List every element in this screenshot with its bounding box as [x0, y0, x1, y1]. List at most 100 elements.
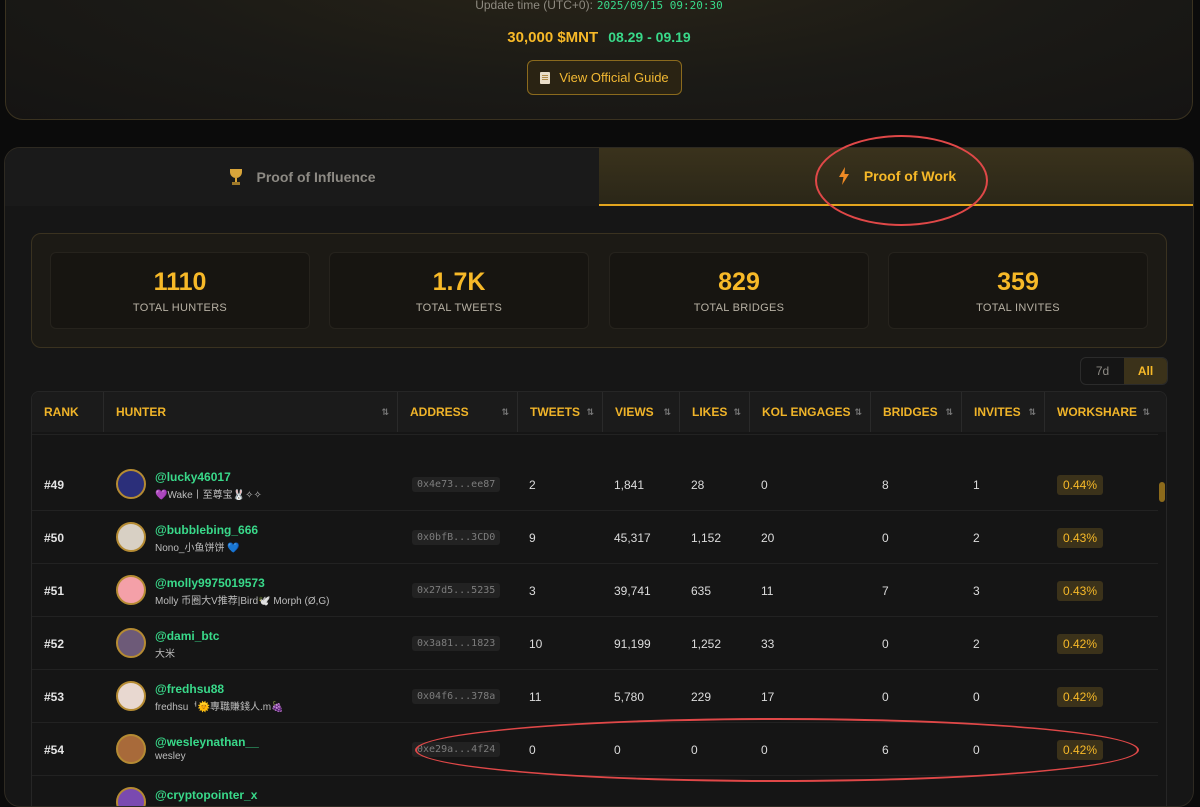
views-cell: 1,841 — [614, 477, 645, 492]
table-scrollbar[interactable] — [1159, 482, 1165, 502]
hunter-display-name: fredhsuᅥ🌞專職賺錢人.m🍇 — [155, 702, 284, 713]
avatar[interactable] — [116, 681, 146, 711]
column-header-label: HUNTER — [116, 405, 166, 419]
stat-value: 829 — [718, 268, 760, 296]
hunter-handle-link[interactable]: @bubblebing_666 — [155, 523, 258, 537]
hunter-handle-link[interactable]: @molly9975019573 — [155, 576, 265, 590]
rank-cell: #53 — [44, 689, 65, 704]
stat-total-tweets: 1.7K TOTAL TWEETS — [329, 252, 589, 329]
column-header-invites[interactable]: INVITES ⇅ — [961, 392, 1044, 432]
views-cell: 5,780 — [614, 689, 645, 704]
stat-value: 1110 — [153, 268, 207, 296]
likes-cell: 229 — [691, 689, 712, 704]
period-option-7d[interactable]: 7d — [1081, 358, 1124, 384]
address-chip[interactable]: 0x04f6...378a — [412, 689, 501, 704]
sort-icon[interactable]: ⇅ — [381, 392, 389, 432]
leaderboard-table: RANK HUNTER ⇅ ADDRESS ⇅ TWEETS ⇅ VIEWS ⇅ LIKES ⇅ KO… — [31, 391, 1167, 806]
sort-icon[interactable]: ⇅ — [1028, 392, 1036, 432]
table-row[interactable]: #49 @lucky46017 💜Wake丨至尊宝🐰✧✧ 0x4e73...ee87 2… — [32, 458, 1158, 511]
column-header-label: ADDRESS — [410, 405, 469, 419]
column-header-views[interactable]: VIEWS ⇅ — [602, 392, 679, 432]
hunter-handle-link[interactable]: @fredhsu88 — [155, 682, 224, 696]
column-header-workshare[interactable]: WORKSHARE ⇅ — [1044, 392, 1158, 432]
tab-proof-of-influence[interactable]: Proof of Influence — [5, 148, 599, 206]
workshare-badge: 0.42% — [1057, 633, 1104, 654]
address-chip[interactable]: 0xe29a...4f24 — [412, 742, 501, 757]
tweets-cell: 3 — [529, 583, 536, 598]
column-header-label: KOL ENGAGES — [762, 405, 851, 419]
avatar[interactable] — [116, 628, 146, 658]
kol-cell: 11 — [761, 583, 774, 598]
kol-cell: 33 — [761, 636, 775, 651]
sort-icon[interactable]: ⇅ — [945, 392, 953, 432]
address-chip[interactable]: 0x0bfB...3CD0 — [412, 530, 501, 545]
stat-label: TOTAL INVITES — [976, 302, 1060, 314]
hunter-handle-link[interactable]: @wesleynathan__ — [155, 735, 259, 749]
column-header-tweets[interactable]: TWEETS ⇅ — [517, 392, 602, 432]
hunter-handle-link[interactable]: @dami_btc — [155, 629, 219, 643]
kol-cell: 20 — [761, 530, 775, 545]
period-option-all[interactable]: All — [1124, 358, 1167, 384]
column-header-likes[interactable]: LIKES ⇅ — [679, 392, 749, 432]
avatar[interactable] — [116, 469, 146, 499]
sort-icon[interactable]: ⇅ — [854, 392, 862, 432]
sort-icon[interactable]: ⇅ — [733, 392, 741, 432]
tab-proof-of-work[interactable]: Proof of Work — [599, 148, 1193, 206]
kol-cell: 0 — [761, 477, 768, 492]
bridges-cell: 7 — [882, 583, 889, 598]
stat-total-hunters: 1110 TOTAL HUNTERS — [50, 252, 310, 329]
tweets-cell: 11 — [529, 689, 542, 704]
stat-label: TOTAL BRIDGES — [693, 302, 785, 314]
column-header-address[interactable]: ADDRESS ⇅ — [397, 392, 517, 432]
sort-icon[interactable]: ⇅ — [501, 392, 509, 432]
table-row[interactable]: #54 @wesleynathan__ wesley 0xe29a...4f24 0 0 0… — [32, 723, 1158, 776]
table-row[interactable]: #51 @molly9975019573 Molly 币圈大V推荐|Bird🕊️ M… — [32, 564, 1158, 617]
hunter-display-name: Nono_小鱼饼饼 💙 — [155, 543, 240, 554]
column-header-kol-engages[interactable]: KOL ENGAGES ⇅ — [749, 392, 870, 432]
trophy-icon — [229, 169, 243, 185]
views-cell: 39,741 — [614, 583, 651, 598]
sort-icon[interactable]: ⇅ — [586, 392, 594, 432]
likes-cell: 1,252 — [691, 636, 722, 651]
workshare-badge: 0.42% — [1057, 686, 1104, 707]
avatar[interactable] — [116, 734, 146, 764]
column-header-rank[interactable]: RANK — [32, 392, 103, 432]
hunter-handle-link[interactable]: @cryptopointer_x — [155, 788, 257, 802]
table-row[interactable]: #50 @bubblebing_666 Nono_小鱼饼饼 💙 0x0bfB...3C… — [32, 511, 1158, 564]
tweets-cell: 9 — [529, 530, 536, 545]
view-official-guide-button[interactable]: View Official Guide — [527, 60, 682, 95]
workshare-badge: 0.42% — [1057, 739, 1104, 760]
avatar[interactable] — [116, 787, 146, 806]
reward-dates: 08.29 - 09.19 — [608, 29, 691, 45]
update-time-label: Update time (UTC+0): — [475, 0, 593, 12]
address-chip[interactable]: 0x3a81...1823 — [412, 636, 501, 651]
address-chip[interactable]: 0x27d5...5235 — [412, 583, 501, 598]
invites-cell: 0 — [973, 689, 980, 704]
sort-icon[interactable]: ⇅ — [1142, 392, 1150, 432]
bridges-cell: 0 — [882, 636, 889, 651]
tab-label: Proof of Influence — [256, 169, 376, 185]
column-header-label: VIEWS — [615, 405, 654, 419]
rank-cell: #52 — [44, 636, 65, 651]
column-header-hunter[interactable]: HUNTER ⇅ — [103, 392, 397, 432]
stat-total-invites: 359 TOTAL INVITES — [888, 252, 1148, 329]
table-row[interactable]: @cryptopointer_x — [32, 776, 1158, 806]
hunter-handle-link[interactable]: @lucky46017 — [155, 470, 231, 484]
guide-button-label: View Official Guide — [559, 70, 669, 85]
bridges-cell: 0 — [882, 689, 889, 704]
tweets-cell: 2 — [529, 477, 536, 492]
column-header-bridges[interactable]: BRIDGES ⇅ — [870, 392, 961, 432]
period-toggle: 7d All — [1080, 357, 1168, 385]
reward-amount: 30,000 $MNT — [507, 29, 599, 46]
table-row[interactable]: #52 @dami_btc 大米 0x3a81...1823 10 91,199 1,252… — [32, 617, 1158, 670]
lightning-icon — [838, 167, 849, 185]
avatar[interactable] — [116, 522, 146, 552]
update-time-value: 2025/09/15 09:20:30 — [596, 0, 723, 12]
address-chip[interactable]: 0x4e73...ee87 — [412, 477, 501, 492]
hunter-display-name: 大米 — [155, 649, 175, 660]
column-header-label: TWEETS — [530, 405, 580, 419]
tweets-cell: 0 — [529, 742, 536, 757]
table-row[interactable]: #53 @fredhsu88 fredhsuᅥ🌞專職賺錢人.m🍇 0x04f6...3… — [32, 670, 1158, 723]
avatar[interactable] — [116, 575, 146, 605]
sort-icon[interactable]: ⇅ — [663, 392, 671, 432]
